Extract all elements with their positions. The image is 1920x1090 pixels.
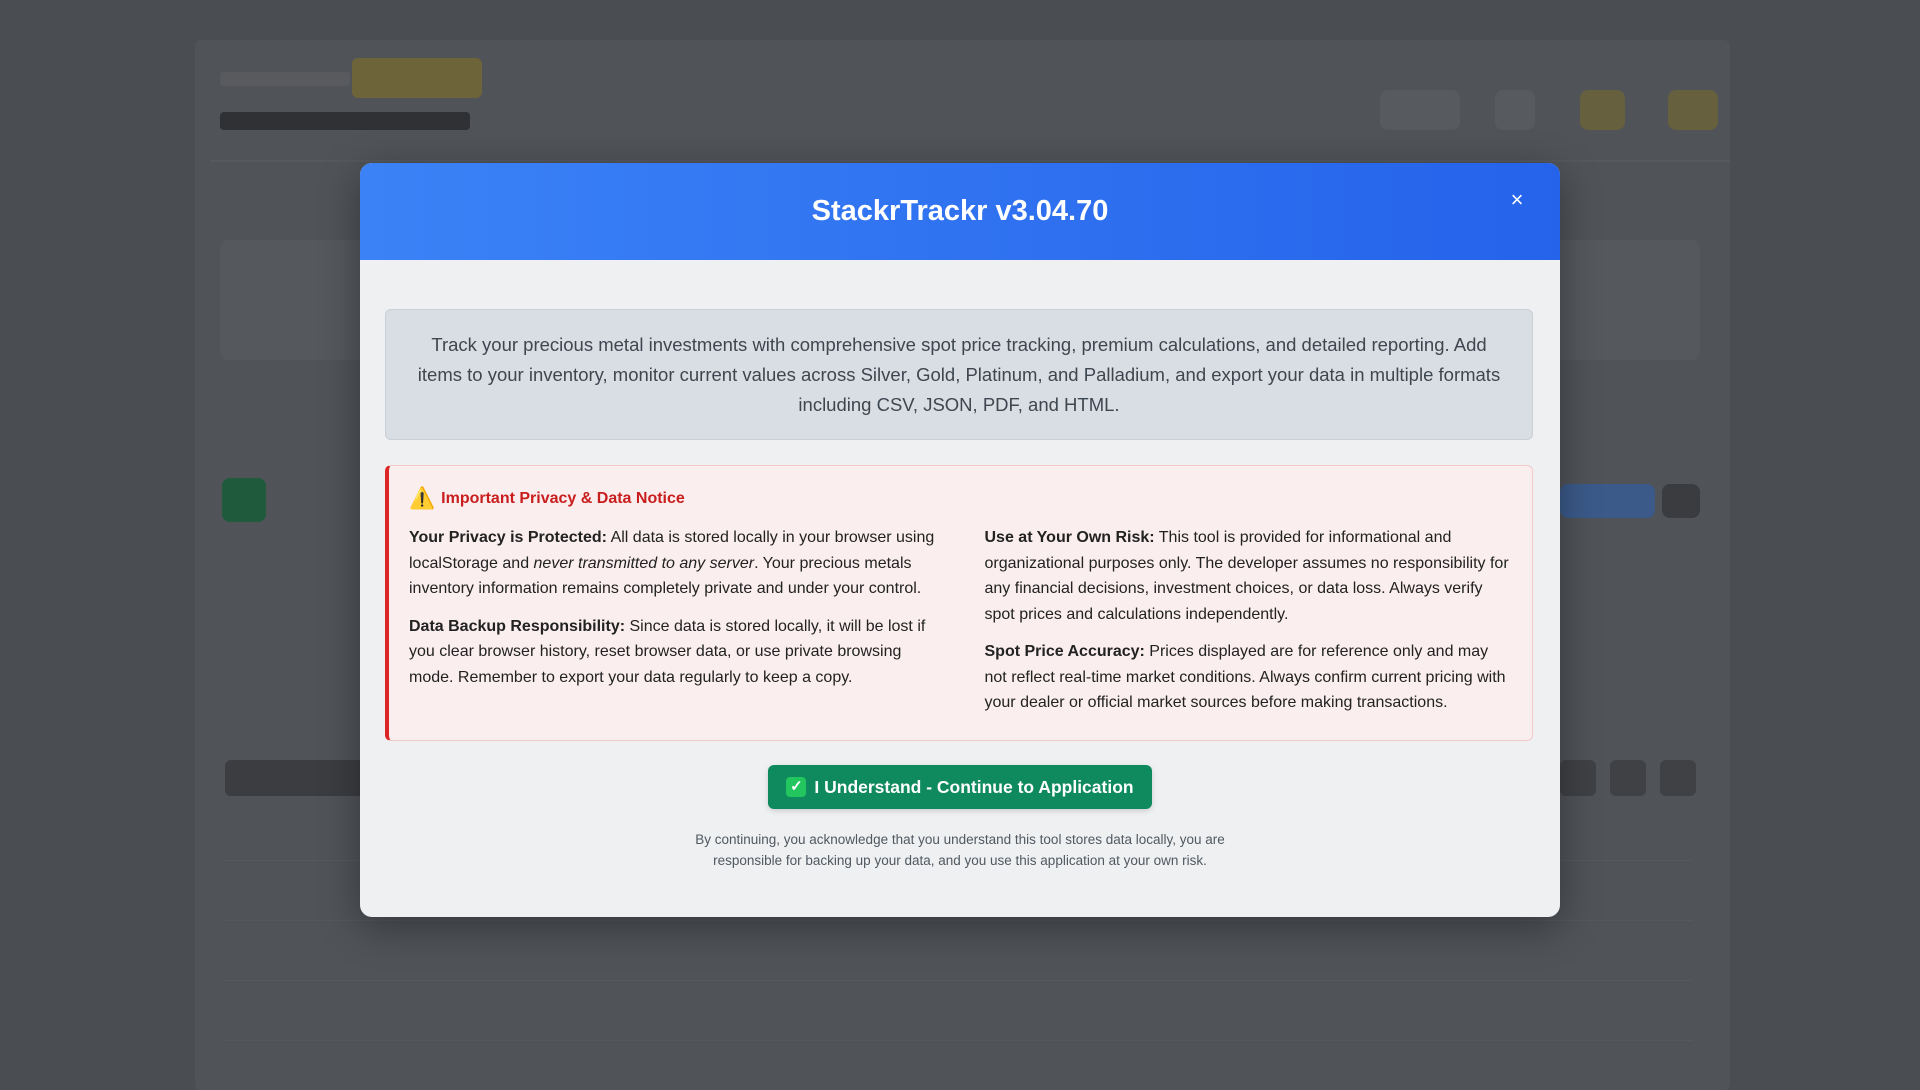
privacy-heading: Your Privacy is Protected: <box>409 529 607 546</box>
background-toolbar-icon <box>1660 760 1696 796</box>
check-icon: ✓ <box>786 777 807 797</box>
backup-paragraph: Data Backup Responsibility: Since data i… <box>409 614 937 691</box>
privacy-paragraph: Your Privacy is Protected: All data is s… <box>409 525 937 602</box>
background-table-row <box>222 980 1692 981</box>
continue-button[interactable]: ✓ I Understand - Continue to Application <box>768 765 1152 809</box>
background-logo-accent <box>352 58 482 98</box>
acknowledgement-note: By continuing, you acknowledge that you … <box>695 832 1225 868</box>
background-toolbar-icon <box>1610 760 1646 796</box>
background-header-button <box>1580 90 1625 130</box>
background-logo <box>220 72 350 86</box>
background-header-button <box>1668 90 1718 130</box>
intro-description: Track your precious metal investments wi… <box>385 309 1533 440</box>
continue-button-label: I Understand - Continue to Application <box>814 776 1134 797</box>
risk-heading: Use at Your Own Risk: <box>984 529 1155 546</box>
backup-heading: Data Backup Responsibility: <box>409 617 626 635</box>
background-action-button <box>1662 484 1700 518</box>
notice-right-column: Use at Your Own Risk: This tool is provi… <box>985 525 1513 728</box>
accuracy-heading: Spot Price Accuracy: <box>984 643 1145 660</box>
privacy-notice: ⚠️ Important Privacy & Data Notice Your … <box>385 465 1533 741</box>
modal-header: StackrTrackr v3.04.70 × <box>360 163 1560 260</box>
background-action-button <box>1560 484 1655 518</box>
background-divider <box>210 160 1730 162</box>
background-table-row <box>222 1040 1692 1041</box>
notice-columns: Your Privacy is Protected: All data is s… <box>409 525 1512 728</box>
about-modal: StackrTrackr v3.04.70 × Track your preci… <box>360 163 1560 917</box>
risk-paragraph: Use at Your Own Risk: This tool is provi… <box>985 525 1513 627</box>
close-button[interactable]: × <box>1502 185 1532 215</box>
background-add-button <box>222 478 266 522</box>
background-toolbar-icon <box>1560 760 1596 796</box>
warning-icon: ⚠️ <box>409 487 436 510</box>
accuracy-paragraph: Spot Price Accuracy: Prices displayed ar… <box>985 639 1513 716</box>
privacy-emphasis: never transmitted to any server <box>533 554 755 572</box>
notice-title: Important Privacy & Data Notice <box>441 489 685 507</box>
notice-title-row: ⚠️ Important Privacy & Data Notice <box>409 488 1512 509</box>
background-tagline <box>220 112 470 130</box>
background-table-row <box>222 920 1692 921</box>
background-header-button <box>1495 90 1535 130</box>
modal-title: StackrTrackr v3.04.70 <box>811 195 1109 227</box>
notice-left-column: Your Privacy is Protected: All data is s… <box>409 525 937 728</box>
background-header-button <box>1380 90 1460 130</box>
